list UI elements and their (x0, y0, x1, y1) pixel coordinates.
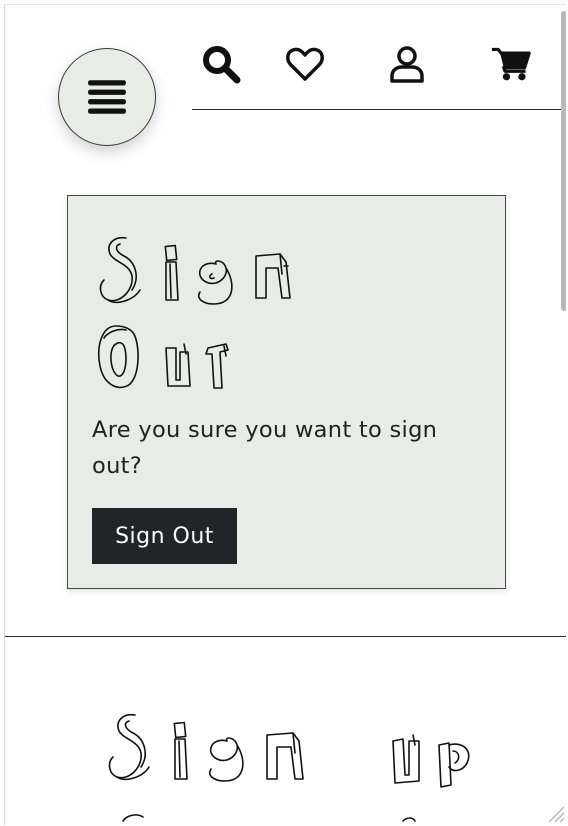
top-nav (192, 5, 566, 110)
signout-message: Are you sure you want to sign out? (92, 417, 438, 479)
cart-icon (491, 47, 531, 81)
signout-title (96, 234, 306, 394)
hamburger-icon (88, 80, 126, 114)
resize-grip-icon[interactable] (545, 803, 565, 823)
sign-out-button[interactable]: Sign Out (92, 508, 237, 564)
account-button[interactable] (386, 43, 428, 85)
signup-title (103, 711, 483, 825)
browser-viewport: Are you sure you want to sign out? Sign … (4, 4, 566, 825)
cart-button[interactable] (490, 43, 532, 85)
menu-button[interactable] (58, 48, 156, 146)
wishlist-button[interactable] (284, 43, 326, 85)
signout-card: Are you sure you want to sign out? Sign … (67, 195, 506, 589)
user-icon (390, 46, 424, 83)
search-button[interactable] (200, 43, 242, 85)
heart-icon (286, 47, 324, 81)
search-icon (203, 46, 241, 84)
section-divider (5, 636, 566, 637)
scrollbar-thumb[interactable] (561, 11, 566, 311)
